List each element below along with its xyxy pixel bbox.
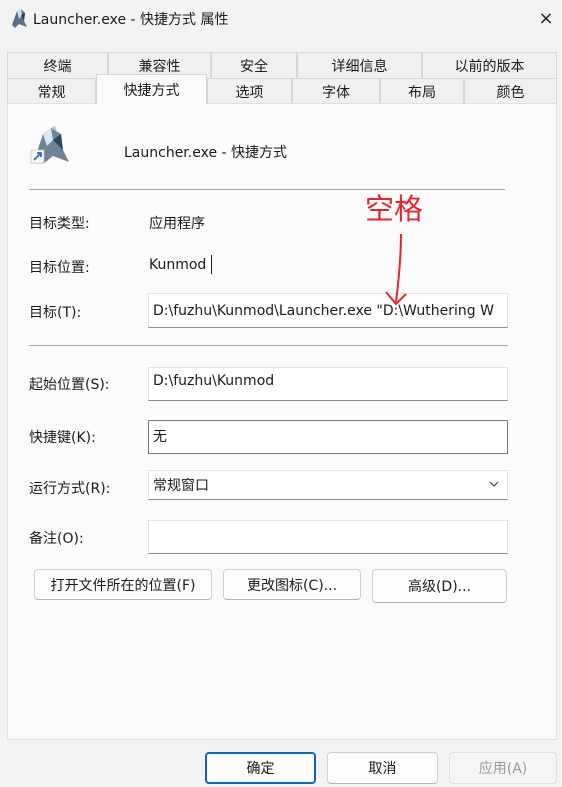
tab-general[interactable]: 常规 — [7, 78, 96, 104]
target-label: 目标(T): — [29, 305, 82, 321]
divider — [29, 345, 508, 346]
text-cursor — [211, 255, 212, 274]
tab-options[interactable]: 选项 — [207, 78, 292, 104]
comment-label: 备注(O): — [29, 531, 84, 547]
app-icon — [12, 9, 27, 28]
shortcut-file-icon — [30, 126, 69, 164]
title-bar: Launcher.exe - 快捷方式 属性 × — [0, 0, 562, 36]
advanced-button[interactable]: 高级(D)... — [372, 569, 507, 603]
start-in-label: 起始位置(S): — [29, 377, 110, 393]
tab-security[interactable]: 安全 — [211, 52, 297, 78]
ok-button[interactable]: 确定 — [205, 752, 316, 784]
tab-previous-versions[interactable]: 以前的版本 — [422, 52, 557, 78]
run-select-value: 常规窗口 — [153, 478, 209, 494]
window-title: Launcher.exe - 快捷方式 属性 — [33, 12, 229, 28]
shortcut-key-input[interactable]: 无 — [148, 420, 508, 454]
tab-colors[interactable]: 颜色 — [464, 78, 557, 104]
target-input-text: D:\fuzhu\Kunmod\Launcher.exe "D:\Wutheri… — [153, 302, 494, 319]
shortcut-key-input-text: 无 — [153, 429, 167, 445]
target-type-label: 目标类型: — [29, 216, 90, 232]
shortcut-key-label: 快捷键(K): — [29, 430, 96, 446]
run-label: 运行方式(R): — [29, 481, 111, 497]
tab-font[interactable]: 字体 — [292, 78, 380, 104]
target-location-label: 目标位置: — [29, 260, 90, 276]
cancel-button[interactable]: 取消 — [327, 752, 438, 784]
run-select[interactable]: 常规窗口 — [148, 470, 508, 500]
tab-shortcut[interactable]: 快捷方式 — [96, 74, 207, 104]
change-icon-button[interactable]: 更改图标(C)... — [223, 569, 361, 600]
apply-button[interactable]: 应用(A) — [449, 752, 557, 784]
tab-details[interactable]: 详细信息 — [297, 52, 422, 78]
annotation-arrow-icon — [385, 233, 407, 306]
tab-terminal[interactable]: 终端 — [7, 52, 108, 78]
target-location-value: Kunmod — [149, 257, 207, 273]
target-input[interactable]: D:\fuzhu\Kunmod\Launcher.exe "D:\Wutheri… — [148, 293, 508, 328]
close-icon[interactable]: × — [530, 2, 562, 34]
start-in-input[interactable]: D:\fuzhu\Kunmod — [148, 367, 508, 401]
target-type-value: 应用程序 — [149, 216, 205, 232]
tab-layout[interactable]: 布局 — [380, 78, 464, 104]
shortcut-name: Launcher.exe - 快捷方式 — [124, 145, 288, 161]
start-in-input-text: D:\fuzhu\Kunmod — [153, 373, 275, 389]
open-file-location-button[interactable]: 打开文件所在的位置(F) — [34, 569, 212, 600]
chevron-down-icon — [489, 481, 499, 487]
comment-input[interactable] — [148, 520, 508, 554]
annotation-text: 空格 — [365, 192, 424, 226]
divider — [29, 189, 505, 190]
